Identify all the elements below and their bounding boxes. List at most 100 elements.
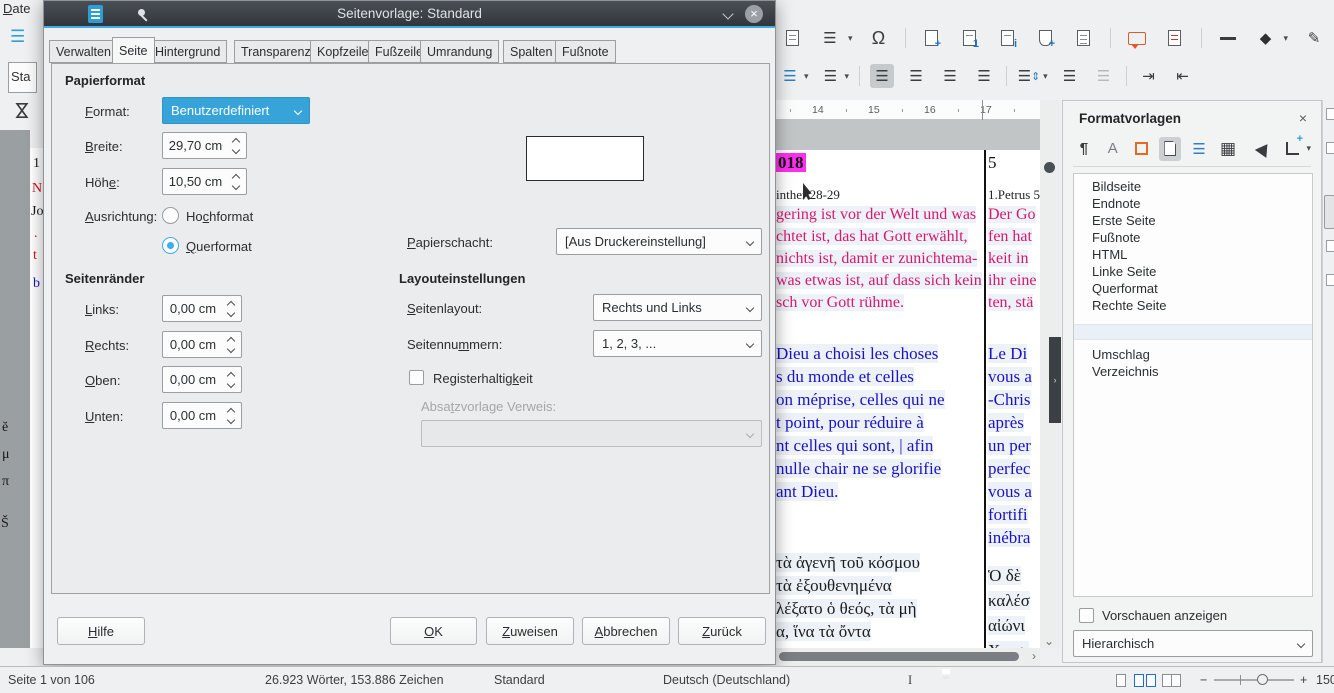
table-styles-icon[interactable]: ▦ [1217,137,1239,161]
page-layout-dropdown[interactable]: Rechts und Links [593,294,762,321]
spin-down-icon[interactable] [227,415,235,423]
bookmark-icon[interactable]: + [1034,26,1058,50]
horizontal-scrollbar[interactable]: › [776,648,1040,666]
insert-comment-icon[interactable] [1125,26,1149,50]
bullet-list-icon[interactable]: ☰ [778,64,802,88]
zoom-slider-handle[interactable] [1257,674,1268,685]
style-list-item[interactable]: Fußnote [1074,229,1312,246]
ok-button[interactable]: OK [390,617,477,645]
tab-umrandung[interactable]: Umrandung [420,40,499,63]
single-page-view-icon[interactable] [1116,674,1126,690]
scroll-down-icon[interactable]: ⌄ [1044,634,1054,648]
zoom-in-icon[interactable]: + [1300,673,1307,687]
close-icon[interactable]: × [745,5,763,23]
margin-right-spinbox[interactable]: 0,00 cm [162,331,242,358]
scrollbar-thumb[interactable] [779,652,1019,661]
margin-top-spinbox[interactable]: 0,00 cm [162,366,242,393]
style-list-item[interactable]: Linke Seite [1074,263,1312,280]
dialog-titlebar[interactable]: Seitenvorlage: Standard × [44,1,775,28]
paragraph-styles-icon[interactable]: ¶ [1073,137,1095,161]
status-style[interactable]: Standard [494,673,545,687]
book-view-icon[interactable] [1162,674,1181,690]
numbered-list-icon[interactable]: ☰ [819,64,843,88]
align-right-icon[interactable]: ☰ [938,64,962,88]
styles-panel-close-icon[interactable]: × [1299,110,1307,126]
reset-button[interactable]: Zurück [678,617,766,645]
spin-up-icon[interactable] [227,407,235,415]
margin-bottom-spinbox[interactable]: 0,00 cm [162,402,242,429]
justify-icon[interactable]: ☰ [972,64,996,88]
paragraph-style-combo[interactable]: Sta [8,62,37,93]
paper-tray-dropdown[interactable]: [Aus Druckereinstellung] [556,228,762,255]
tab-spalten[interactable]: Spalten [503,40,559,63]
style-list-item[interactable]: Bildseite [1074,178,1312,195]
dropdown-caret[interactable]: ▾ [804,71,809,82]
spin-up-icon[interactable] [227,371,235,379]
apply-button[interactable]: Zuweisen [486,617,574,645]
sidebar-lines-icon[interactable]: ☰ [10,27,25,47]
height-spinbox[interactable]: 10,50 cm [162,168,247,195]
horizontal-ruler[interactable]: 14 15 16 17 [776,100,1040,120]
dropdown-caret[interactable]: ▾ [848,33,853,44]
track-changes-icon[interactable] [1163,26,1187,50]
style-list-item[interactable]: Umschlag [1074,346,1312,363]
dropdown-caret[interactable]: ▾ [845,71,850,82]
sidebar-toggle-bar[interactable]: › [1049,337,1061,423]
zoom-slider[interactable] [1214,679,1294,681]
status-page[interactable]: Seite 1 von 106 [8,673,95,687]
spin-down-icon[interactable] [227,344,235,352]
dropdown-caret[interactable]: ▾ [1043,71,1048,82]
insert-page-break-icon[interactable] [780,26,804,50]
scroll-right-icon[interactable]: › [1032,649,1036,663]
landscape-radio[interactable] [162,237,179,254]
paragraph-spacing-icon[interactable]: ☰ [1058,64,1082,88]
scrollbar-knob[interactable] [1044,162,1055,173]
status-language[interactable]: Deutsch (Deutschland) [663,673,790,687]
spin-up-icon[interactable] [232,173,240,181]
style-list-item[interactable]: Rechte Seite [1074,297,1312,314]
menu-datei[interactable]: Date [3,1,30,16]
spin-up-icon[interactable] [227,336,235,344]
style-list-item[interactable]: Querformat [1074,280,1312,297]
style-list-item[interactable]: HTML [1074,246,1312,263]
frame-styles-icon[interactable] [1131,137,1153,161]
style-list-item[interactable]: Erste Seite [1074,212,1312,229]
list-styles-icon[interactable]: ☰ [1188,137,1210,161]
spin-up-icon[interactable] [232,137,240,145]
page-styles-list[interactable]: Bildseite Endnote Erste Seite Fußnote HT… [1073,173,1313,597]
style-list-item[interactable]: Endnote [1074,195,1312,212]
new-style-from-selection-icon[interactable] [1282,137,1304,161]
cancel-button[interactable]: Abbrechen [582,617,670,645]
fill-format-mode-icon[interactable] [1253,137,1275,161]
document-page[interactable]: 018 inther 28-29 gering ist vor der Welt… [776,150,1040,648]
character-styles-icon[interactable]: A [1102,137,1124,161]
page-styles-icon[interactable] [1159,137,1181,161]
cross-reference-icon[interactable] [1072,26,1096,50]
format-dropdown[interactable]: Benutzerdefiniert [162,97,310,124]
increase-indent-icon[interactable]: ⇥ [1137,64,1161,88]
spin-down-icon[interactable] [232,181,240,189]
width-spinbox[interactable]: 29,70 cm [162,132,247,159]
tab-hintergrund[interactable]: Hintergrund [148,40,227,63]
tab-fussnote[interactable]: Fußnote [555,40,616,63]
status-words[interactable]: 26.923 Wörter, 153.886 Zeichen [265,673,444,687]
basic-shapes-icon[interactable]: ◆ [1254,26,1278,50]
decrease-indent-icon[interactable]: ⇤ [1171,64,1195,88]
zoom-percent[interactable]: 150 [1316,673,1334,687]
sidebar-tabstrip[interactable] [1322,100,1334,663]
style-filter-dropdown[interactable]: Hierarchisch [1073,630,1313,657]
spin-up-icon[interactable] [227,300,235,308]
style-list-item-selected[interactable] [1074,324,1312,340]
align-left-icon[interactable]: ☰ [870,64,894,88]
multi-page-view-icon[interactable] [1134,674,1156,690]
tab-verwalten[interactable]: Verwalten [49,40,118,63]
show-previews-checkbox[interactable] [1079,608,1094,623]
spin-down-icon[interactable] [227,379,235,387]
sidebar-tab-active[interactable] [1324,195,1334,229]
help-button[interactable]: Hilfe [57,617,145,645]
insert-footnote-icon[interactable]: 1 [958,26,982,50]
insert-mode-icon[interactable]: I [908,673,912,688]
style-list-item[interactable]: Verzeichnis [1074,363,1312,380]
zoom-out-icon[interactable]: − [1200,673,1207,687]
freeform-draw-icon[interactable]: ✎ [1302,26,1326,50]
